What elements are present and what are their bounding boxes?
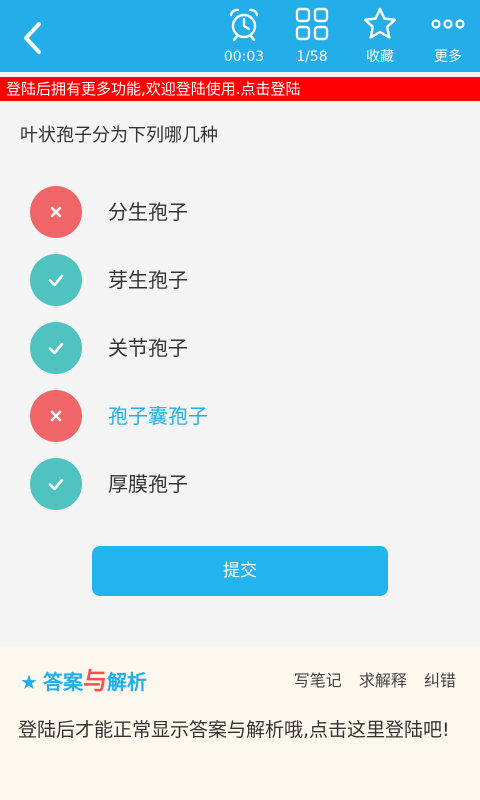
answer-analysis-title: ★ 答案与解析 — [20, 666, 147, 696]
check-icon — [48, 274, 64, 287]
favorite-label: 收藏 — [366, 49, 394, 65]
option-item-selected[interactable]: 孢子囊孢子 — [30, 390, 450, 442]
wrong-badge — [30, 186, 82, 238]
submit-button[interactable]: 提交 — [92, 546, 388, 596]
more-label: 更多 — [434, 49, 462, 65]
report-error-link[interactable]: 纠错 — [424, 671, 456, 690]
option-item[interactable]: 芽生孢子 — [30, 254, 450, 306]
answer-title-connector: 与 — [83, 667, 108, 695]
login-banner[interactable]: 登陆后拥有更多功能,欢迎登陆使用.点击登陆 — [0, 77, 480, 101]
option-label: 分生孢子 — [108, 200, 188, 224]
option-item[interactable]: 关节孢子 — [30, 322, 450, 374]
option-item[interactable]: 分生孢子 — [30, 186, 450, 238]
timer-button[interactable]: 00:03 — [212, 6, 276, 68]
star-icon: ★ — [20, 670, 38, 694]
wrong-badge — [30, 390, 82, 442]
cross-icon — [50, 206, 62, 218]
more-button[interactable]: 更多 — [416, 6, 480, 68]
chevron-left-icon — [24, 22, 41, 54]
question-index-button[interactable]: 1/58 — [280, 6, 344, 68]
option-label: 厚膜孢子 — [108, 472, 188, 496]
analysis-title-part: 解析 — [107, 670, 148, 694]
check-icon — [48, 478, 64, 491]
question-text: 叶状孢子分为下列哪几种 — [20, 125, 218, 146]
correct-badge — [30, 322, 82, 374]
timer-label: 00:03 — [223, 49, 265, 65]
answer-title-part: 答案 — [43, 670, 84, 694]
answer-actions: 写笔记 求解释 纠错 — [282, 668, 456, 694]
option-label: 关节孢子 — [108, 336, 188, 360]
option-item[interactable]: 厚膜孢子 — [30, 458, 450, 510]
login-prompt-text[interactable]: 登陆后才能正常显示答案与解析哦,点击这里登陆吧! — [18, 714, 464, 746]
top-toolbar: 00:03 1/58 收藏 更多 — [0, 0, 480, 72]
correct-badge — [30, 458, 82, 510]
question-index-label: 1/58 — [296, 49, 328, 65]
more-dots-icon — [431, 19, 465, 29]
grid-icon — [295, 7, 329, 41]
option-label: 孢子囊孢子 — [108, 404, 208, 428]
answer-panel: ★ 答案与解析 写笔记 求解释 纠错 登陆后才能正常显示答案与解析哦,点击这里登… — [0, 646, 480, 800]
back-button[interactable] — [14, 18, 54, 58]
write-note-link[interactable]: 写笔记 — [294, 671, 342, 690]
cross-icon — [50, 410, 62, 422]
option-label: 芽生孢子 — [108, 268, 188, 292]
favorite-button[interactable]: 收藏 — [348, 6, 412, 68]
request-explanation-link[interactable]: 求解释 — [359, 671, 407, 690]
alarm-clock-icon — [229, 8, 259, 42]
check-icon — [48, 342, 64, 355]
correct-badge — [30, 254, 82, 306]
star-icon — [363, 7, 397, 39]
